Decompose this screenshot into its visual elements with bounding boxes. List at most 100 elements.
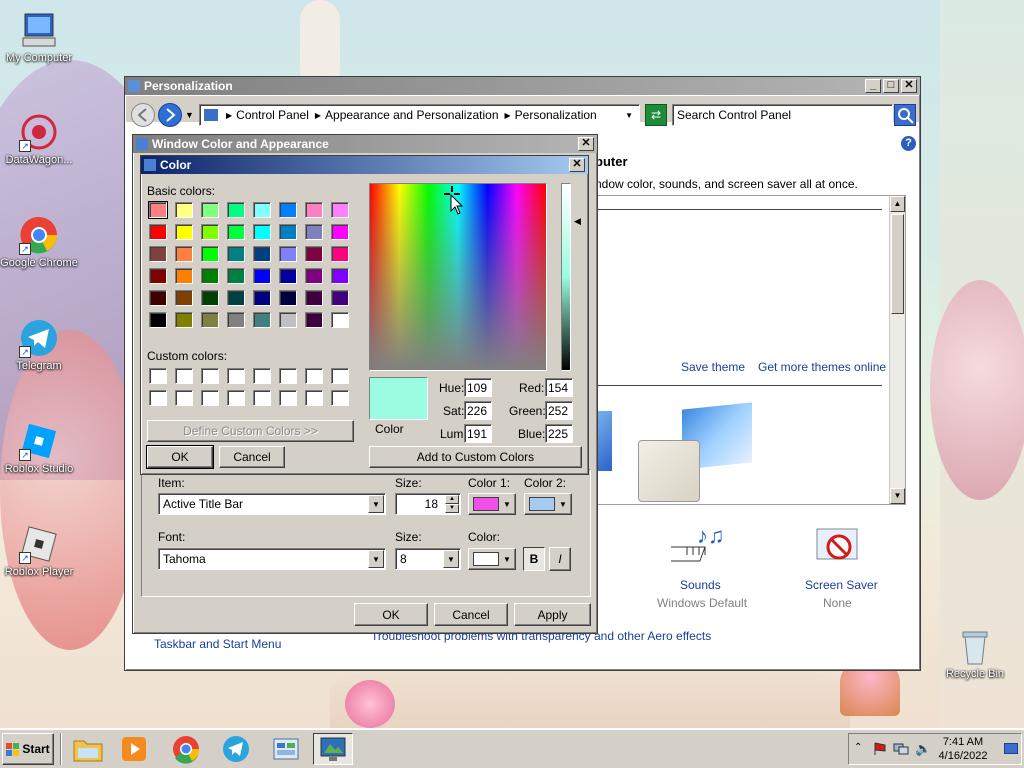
- desktop-icon-google-chrome[interactable]: ↗ Google Chrome: [0, 215, 78, 269]
- basic-color-swatch[interactable]: [279, 290, 297, 306]
- screen-saver-link[interactable]: Screen Saver: [805, 578, 878, 592]
- basic-color-swatch[interactable]: [305, 268, 323, 284]
- custom-color-swatch[interactable]: [175, 390, 193, 406]
- scroll-up-button[interactable]: ▲: [890, 196, 905, 212]
- volume-icon[interactable]: 🔈: [915, 741, 931, 757]
- get-more-themes-link[interactable]: Get more themes online: [758, 360, 886, 374]
- taskbar-media-player-button[interactable]: [114, 733, 154, 765]
- taskbar-start-menu-link[interactable]: Taskbar and Start Menu: [154, 637, 281, 651]
- desktop-icon-roblox-player[interactable]: ↗ Roblox Player: [0, 524, 78, 578]
- basic-color-swatch[interactable]: [227, 246, 245, 262]
- basic-color-swatch[interactable]: [279, 224, 297, 240]
- custom-color-swatch[interactable]: [331, 390, 349, 406]
- clock[interactable]: 7:41 AM 4/16/2022: [935, 735, 991, 763]
- custom-color-swatch[interactable]: [305, 390, 323, 406]
- hue-input[interactable]: 109: [464, 378, 492, 397]
- close-button[interactable]: ✕: [901, 79, 917, 93]
- basic-color-swatch[interactable]: [305, 224, 323, 240]
- basic-color-swatch[interactable]: [253, 312, 271, 328]
- basic-color-swatch[interactable]: [175, 268, 193, 284]
- basic-color-swatch[interactable]: [149, 246, 167, 262]
- color2-button[interactable]: ▼: [524, 493, 572, 515]
- taskbar-control-panel-button[interactable]: [266, 733, 306, 765]
- personalization-titlebar[interactable]: Personalization _ □ ✕: [125, 77, 920, 95]
- wca-titlebar[interactable]: Window Color and Appearance ✕: [133, 135, 597, 153]
- back-button[interactable]: [131, 103, 155, 127]
- scroll-thumb[interactable]: [891, 214, 904, 314]
- theme-list-scrollbar[interactable]: ▲ ▼: [889, 196, 905, 504]
- desktop-icon-recycle-bin[interactable]: Recycle Bin: [936, 626, 1014, 680]
- recent-pages-arrow-icon[interactable]: ▼: [185, 110, 194, 120]
- basic-color-swatch[interactable]: [253, 202, 271, 218]
- custom-color-swatch[interactable]: [149, 368, 167, 384]
- basic-color-swatch[interactable]: [149, 312, 167, 328]
- basic-color-swatch[interactable]: [201, 202, 219, 218]
- luminance-slider-arrow-icon[interactable]: ◀: [574, 216, 581, 227]
- taskbar-telegram-button[interactable]: [216, 733, 256, 765]
- basic-color-swatch[interactable]: [149, 268, 167, 284]
- basic-color-swatch[interactable]: [331, 312, 349, 328]
- basic-color-swatch[interactable]: [253, 268, 271, 284]
- custom-color-swatch[interactable]: [201, 390, 219, 406]
- basic-color-swatch[interactable]: [175, 246, 193, 262]
- basic-color-swatch[interactable]: [227, 268, 245, 284]
- custom-color-swatch[interactable]: [227, 390, 245, 406]
- sat-input[interactable]: 226: [464, 401, 492, 420]
- basic-color-swatch[interactable]: [331, 290, 349, 306]
- desktop-icon-telegram[interactable]: ↗ Telegram: [0, 318, 78, 372]
- custom-color-swatch[interactable]: [253, 390, 271, 406]
- basic-color-swatch[interactable]: [279, 312, 297, 328]
- basic-color-swatch[interactable]: [148, 201, 168, 219]
- refresh-button[interactable]: ⇄: [645, 104, 667, 126]
- desktop-icon-my-computer[interactable]: My Computer: [0, 10, 78, 64]
- basic-color-swatch[interactable]: [253, 290, 271, 306]
- ok-button[interactable]: OK: [354, 603, 428, 626]
- green-input[interactable]: 252: [545, 401, 573, 420]
- cancel-button[interactable]: Cancel: [219, 446, 285, 468]
- network-icon[interactable]: [893, 742, 909, 759]
- basic-color-swatch[interactable]: [331, 224, 349, 240]
- breadcrumb-item[interactable]: Personalization: [515, 108, 597, 122]
- basic-color-swatch[interactable]: [305, 312, 323, 328]
- color-dialog-titlebar[interactable]: Color ✕: [141, 156, 588, 174]
- basic-color-swatch[interactable]: [227, 202, 245, 218]
- basic-color-swatch[interactable]: [201, 246, 219, 262]
- basic-color-swatch[interactable]: [227, 290, 245, 306]
- screen-saver-icon[interactable]: [813, 525, 863, 569]
- basic-color-swatch[interactable]: [175, 202, 193, 218]
- font-select[interactable]: Tahoma ▼: [158, 548, 386, 570]
- red-input[interactable]: 154: [545, 378, 573, 397]
- close-button[interactable]: ✕: [578, 137, 594, 151]
- apply-button[interactable]: Apply: [514, 603, 591, 626]
- forward-button[interactable]: [158, 103, 182, 127]
- minimize-button[interactable]: _: [865, 79, 881, 93]
- save-theme-link[interactable]: Save theme: [681, 360, 745, 374]
- basic-color-swatch[interactable]: [201, 268, 219, 284]
- basic-color-swatch[interactable]: [279, 246, 297, 262]
- ok-button[interactable]: OK: [146, 445, 214, 469]
- chevron-down-icon[interactable]: ▼: [443, 550, 459, 568]
- taskbar-explorer-button[interactable]: [68, 733, 108, 765]
- address-field[interactable]: ▶ Control Panel ▶ Appearance and Personali…: [199, 104, 640, 126]
- basic-color-swatch[interactable]: [201, 290, 219, 306]
- show-desktop-icon[interactable]: [1004, 743, 1018, 754]
- item-select[interactable]: Active Title Bar ▼: [158, 493, 386, 515]
- custom-color-swatch[interactable]: [305, 368, 323, 384]
- sounds-link[interactable]: Sounds: [680, 578, 721, 592]
- search-input[interactable]: Search Control Panel: [672, 104, 893, 126]
- basic-color-swatch[interactable]: [175, 290, 193, 306]
- sounds-icon[interactable]: ♪♫: [663, 523, 725, 569]
- theme-list[interactable]: Save theme Get more themes online ▲ ▼: [591, 195, 906, 505]
- decrement-button[interactable]: ▼: [445, 504, 459, 513]
- basic-color-swatch[interactable]: [331, 268, 349, 284]
- italic-toggle[interactable]: I: [549, 547, 571, 571]
- increment-button[interactable]: ▲: [445, 495, 459, 504]
- scroll-down-button[interactable]: ▼: [890, 488, 905, 504]
- lum-input[interactable]: 191: [464, 424, 492, 443]
- add-to-custom-colors-button[interactable]: Add to Custom Colors: [369, 446, 582, 468]
- bold-toggle[interactable]: B: [523, 547, 545, 571]
- start-button[interactable]: Start: [2, 733, 54, 765]
- breadcrumb-item[interactable]: Appearance and Personalization: [325, 108, 498, 122]
- chevron-down-icon[interactable]: ▼: [368, 495, 384, 513]
- item-size-stepper[interactable]: 18 ▲ ▼: [395, 493, 461, 515]
